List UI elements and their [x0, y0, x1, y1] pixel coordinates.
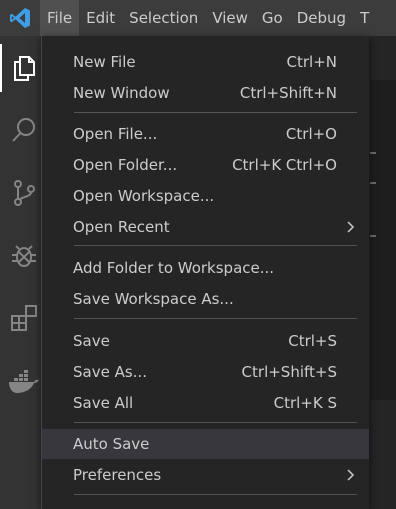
- menu-item-shortcut: Ctrl+S: [288, 332, 337, 350]
- menubar-go[interactable]: Go: [255, 0, 290, 36]
- menu-item-label: Save Workspace As...: [73, 290, 234, 308]
- menubar-debug[interactable]: Debug: [290, 0, 353, 36]
- menu-item-label: Save All: [73, 394, 134, 412]
- menu-item-label: Auto Save: [73, 435, 150, 453]
- menu-separator: [74, 112, 357, 113]
- scroll-mark: [370, 182, 376, 184]
- menu-item-save-as[interactable]: Save As... Ctrl+Shift+S: [42, 357, 369, 387]
- menu-separator: [74, 245, 357, 246]
- menu-item-shortcut: Ctrl+O: [285, 125, 337, 143]
- vscode-window: File Edit Selection View Go Debug T New …: [0, 0, 396, 509]
- menu-item-shortcut: Ctrl+K S: [273, 394, 337, 412]
- menu-item-save-all[interactable]: Save All Ctrl+K S: [42, 388, 369, 418]
- menu-item-save-workspace-as[interactable]: Save Workspace As...: [42, 284, 369, 314]
- menu-item-label: Open Workspace...: [73, 187, 215, 205]
- menu-item-open-file[interactable]: Open File... Ctrl+O: [42, 119, 369, 149]
- menu-item-preferences[interactable]: Preferences: [42, 460, 369, 490]
- scroll-mark: [370, 152, 376, 154]
- menu-item-label: Save As...: [73, 363, 147, 381]
- editor-edge: [370, 80, 396, 400]
- menu-item-new-file[interactable]: New File Ctrl+N: [42, 47, 369, 77]
- menubar-selection[interactable]: Selection: [122, 0, 205, 36]
- menu-item-label: Preferences: [73, 466, 162, 484]
- menu-separator: [74, 422, 357, 423]
- chevron-right-icon: [345, 468, 355, 486]
- menu-item-shortcut: Ctrl+Shift+S: [241, 363, 337, 381]
- menu-item-label: Open File...: [73, 125, 158, 143]
- menu-bar: File Edit Selection View Go Debug T: [0, 0, 396, 36]
- menu-item-label: Open Folder...: [73, 156, 178, 174]
- file-menu: New File Ctrl+N New Window Ctrl+Shift+N …: [41, 36, 369, 509]
- vscode-logo-icon: [0, 0, 40, 36]
- menu-item-label: New Window: [73, 84, 170, 102]
- menubar-view[interactable]: View: [205, 0, 255, 36]
- menu-separator: [74, 494, 357, 495]
- menu-item-auto-save[interactable]: Auto Save: [42, 429, 369, 459]
- menubar-terminal[interactable]: T: [353, 0, 376, 36]
- menu-item-open-workspace[interactable]: Open Workspace...: [42, 181, 369, 211]
- menu-item-new-window[interactable]: New Window Ctrl+Shift+N: [42, 78, 369, 108]
- menu-item-open-recent[interactable]: Open Recent: [42, 212, 369, 242]
- scroll-mark: [370, 235, 376, 237]
- menu-item-label: Save: [73, 332, 110, 350]
- menu-item-shortcut: Ctrl+N: [286, 53, 337, 71]
- menu-item-label: Add Folder to Workspace...: [73, 259, 275, 277]
- menu-separator: [74, 318, 357, 319]
- chevron-right-icon: [345, 220, 355, 238]
- menu-item-open-folder[interactable]: Open Folder... Ctrl+K Ctrl+O: [42, 150, 369, 180]
- menu-item-shortcut: Ctrl+K Ctrl+O: [232, 156, 337, 174]
- menubar-edit[interactable]: Edit: [79, 0, 122, 36]
- menu-item-add-folder[interactable]: Add Folder to Workspace...: [42, 253, 369, 283]
- menu-item-save[interactable]: Save Ctrl+S: [42, 326, 369, 356]
- menu-item-label: New File: [73, 53, 136, 71]
- menu-item-label: Open Recent: [73, 218, 170, 236]
- menubar-file[interactable]: File: [40, 0, 80, 36]
- menu-item-shortcut: Ctrl+Shift+N: [239, 84, 337, 102]
